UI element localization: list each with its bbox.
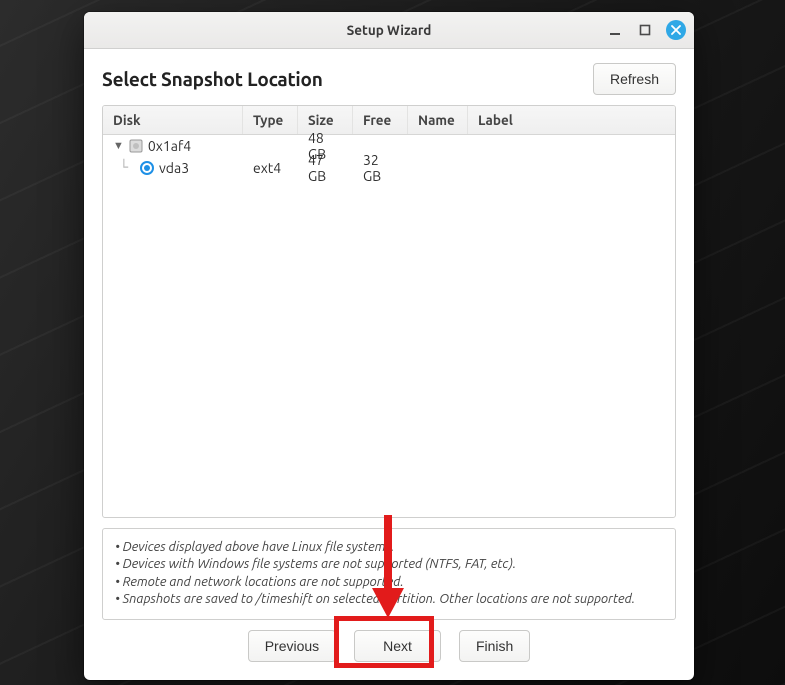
column-header-free[interactable]: Free: [353, 106, 408, 134]
header-row: Select Snapshot Location Refresh: [102, 63, 676, 95]
minimize-icon: [609, 24, 621, 36]
tree-header: Disk Type Size Free Name Label: [103, 106, 675, 135]
note-line: Remote and network locations are not sup…: [115, 574, 663, 592]
partition-size: 47 GB: [298, 150, 353, 186]
setup-wizard-window: Setup Wizard: [84, 12, 694, 680]
partition-name-col: [408, 166, 468, 170]
note-line: Snapshots are saved to /timeshift on sel…: [115, 591, 663, 609]
desktop-background: Setup Wizard: [0, 0, 785, 685]
column-header-disk[interactable]: Disk: [103, 106, 243, 134]
note-line: Devices with Windows file systems are no…: [115, 556, 663, 574]
disk-name: 0x1af4: [148, 138, 191, 154]
tree-body: ▼ 0x1af4 48 GB: [103, 135, 675, 179]
maximize-icon: [639, 24, 651, 36]
page-title: Select Snapshot Location: [102, 68, 323, 90]
partition-row[interactable]: └ vda3 ext4 47 GB 32 GB: [103, 157, 675, 179]
disk-tree[interactable]: Disk Type Size Free Name Label ▼: [102, 105, 676, 518]
note-line: Devices displayed above have Linux file …: [115, 539, 663, 557]
previous-button[interactable]: Previous: [248, 630, 336, 662]
minimize-button[interactable]: [606, 21, 624, 39]
expand-caret-icon[interactable]: ▼: [113, 140, 124, 152]
disk-name-col: [408, 144, 468, 148]
disk-type: [243, 144, 298, 148]
close-icon: [671, 25, 681, 35]
disk-label: [468, 144, 675, 148]
window-controls: [606, 12, 686, 48]
column-header-name[interactable]: Name: [408, 106, 468, 134]
column-header-label[interactable]: Label: [468, 106, 675, 134]
wizard-footer: Previous Next Finish: [102, 620, 676, 666]
partition-type: ext4: [243, 158, 298, 178]
next-button[interactable]: Next: [354, 630, 441, 662]
column-header-type[interactable]: Type: [243, 106, 298, 134]
partition-radio[interactable]: [140, 161, 154, 175]
finish-button[interactable]: Finish: [459, 630, 530, 662]
window-title: Setup Wizard: [347, 22, 432, 38]
refresh-button[interactable]: Refresh: [593, 63, 676, 95]
close-button[interactable]: [666, 20, 686, 40]
tree-connector-icon: └: [113, 160, 135, 176]
hard-disk-icon: [129, 139, 143, 153]
disk-free: [353, 144, 408, 148]
maximize-button[interactable]: [636, 21, 654, 39]
content-area: Select Snapshot Location Refresh Disk Ty…: [84, 49, 694, 680]
partition-free: 32 GB: [353, 150, 408, 186]
partition-name: vda3: [159, 160, 189, 176]
notes-box: Devices displayed above have Linux file …: [102, 528, 676, 620]
titlebar: Setup Wizard: [84, 12, 694, 49]
partition-label: [468, 166, 675, 170]
